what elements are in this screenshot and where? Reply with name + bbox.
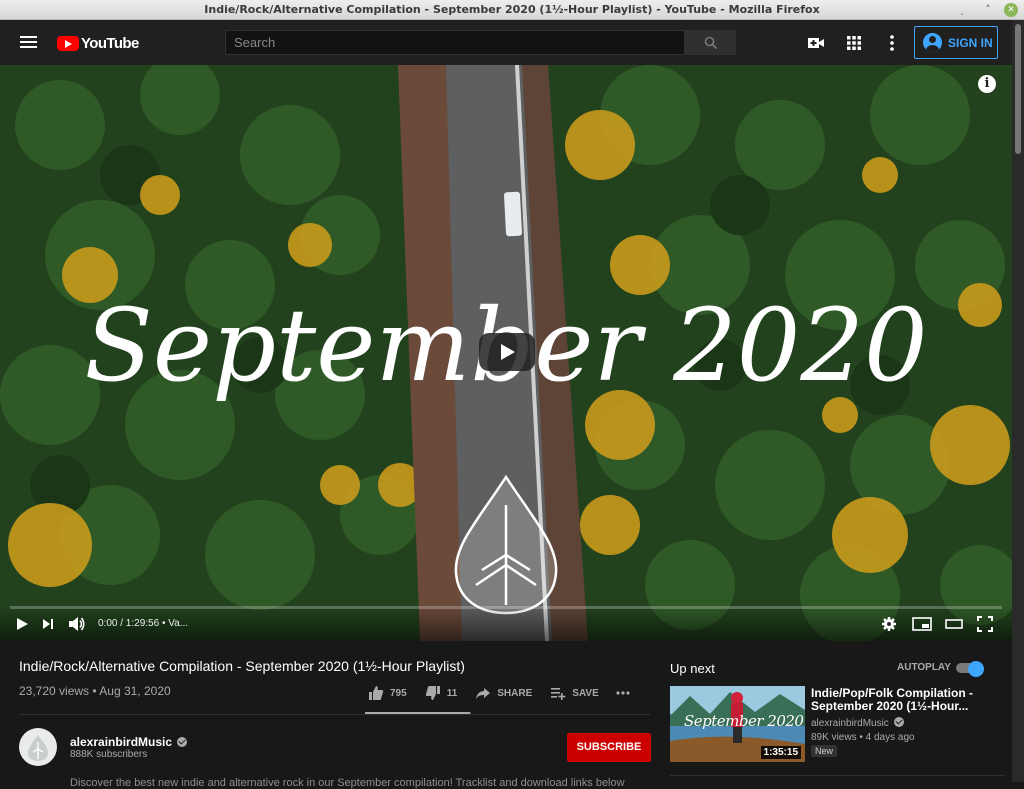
search-icon bbox=[704, 36, 718, 50]
divider bbox=[19, 714, 650, 715]
card-views: 89K views bbox=[811, 732, 857, 743]
thumbs-down-icon bbox=[425, 686, 440, 700]
search-button[interactable] bbox=[684, 30, 736, 55]
settings-icon[interactable] bbox=[881, 616, 897, 632]
new-badge: New bbox=[811, 745, 838, 757]
minimize-icon[interactable]: ˯ bbox=[955, 3, 969, 17]
window-title: Indie/Rock/Alternative Compilation - Sep… bbox=[204, 3, 820, 16]
duration-badge: 1:35:15 bbox=[760, 746, 801, 759]
channel-logo-icon bbox=[28, 735, 48, 761]
search-input[interactable] bbox=[225, 30, 685, 55]
video-thumbnail[interactable]: September 2020 1:35:15 bbox=[670, 686, 805, 762]
view-count: 23,720 views bbox=[19, 684, 90, 698]
apps-grid-icon[interactable] bbox=[844, 33, 864, 53]
scrollbar-thumb[interactable] bbox=[1015, 24, 1021, 154]
miniplayer-icon[interactable] bbox=[912, 616, 932, 632]
like-button[interactable]: 795 bbox=[368, 685, 407, 701]
autoplay-toggle[interactable] bbox=[956, 661, 984, 677]
chapter-text: • Va... bbox=[161, 618, 189, 629]
page-scrollbar[interactable] bbox=[1012, 20, 1024, 782]
card-channel: alexrainbirdMusic bbox=[811, 717, 904, 729]
save-button[interactable]: SAVE bbox=[550, 685, 599, 701]
dislike-count: 11 bbox=[446, 687, 458, 699]
logo-text: YouTube bbox=[81, 34, 139, 52]
fullscreen-icon[interactable] bbox=[977, 616, 993, 632]
card-meta: 89K views • 4 days ago bbox=[811, 732, 915, 743]
volume-icon[interactable] bbox=[68, 616, 86, 632]
info-icon[interactable]: i bbox=[978, 75, 996, 93]
youtube-logo[interactable]: YouTube bbox=[57, 34, 139, 52]
time-text: 0:00 / 1:29:56 bbox=[98, 618, 160, 629]
progress-bar[interactable] bbox=[10, 606, 1002, 609]
watch-metadata: Indie/Rock/Alternative Compilation - Sep… bbox=[0, 641, 1012, 789]
menu-icon[interactable] bbox=[20, 36, 37, 49]
youtube-header: YouTube SIGN IN bbox=[0, 20, 1012, 65]
play-icon[interactable] bbox=[14, 616, 30, 632]
save-label: SAVE bbox=[572, 687, 599, 699]
subscribe-button[interactable]: SUBSCRIBE bbox=[567, 733, 651, 762]
toggle-knob bbox=[968, 661, 984, 677]
up-next-card[interactable]: September 2020 1:35:15 Indie/Pop/Folk Co… bbox=[670, 686, 1005, 764]
video-player[interactable]: September 2020 i 0:00 / 1:29:56 • Va... bbox=[0, 65, 1012, 641]
next-icon[interactable] bbox=[40, 616, 56, 632]
big-play-button[interactable] bbox=[479, 333, 535, 371]
verified-icon bbox=[177, 737, 188, 747]
thumbnail-title: September 2020 bbox=[684, 712, 804, 730]
card-age: 4 days ago bbox=[865, 732, 915, 743]
upload-date: Aug 31, 2020 bbox=[99, 684, 171, 698]
channel-avatar[interactable] bbox=[19, 728, 57, 766]
like-count: 795 bbox=[390, 687, 407, 699]
sign-in-button[interactable]: SIGN IN bbox=[914, 26, 998, 59]
time-display: 0:00 / 1:29:56 • Va... bbox=[98, 618, 188, 629]
maximize-icon[interactable]: ˄ bbox=[981, 3, 995, 17]
share-icon bbox=[476, 688, 491, 699]
card-title[interactable]: Indie/Pop/Folk Compilation - September 2… bbox=[811, 687, 1001, 713]
theater-icon[interactable] bbox=[944, 616, 964, 632]
youtube-logo-icon bbox=[57, 35, 79, 51]
meta-separator: • bbox=[89, 684, 100, 698]
description-peek: Discover the best new indie and alternat… bbox=[70, 777, 625, 789]
more-horiz-icon[interactable] bbox=[615, 685, 631, 701]
close-icon[interactable]: ✕ bbox=[1004, 3, 1018, 17]
video-actions: 795 11 SHARE SAVE bbox=[368, 685, 631, 701]
share-label: SHARE bbox=[497, 687, 533, 699]
autoplay-label: AUTOPLAY bbox=[897, 662, 951, 673]
video-meta: 23,720 views • Aug 31, 2020 bbox=[19, 684, 171, 698]
card-channel-text: alexrainbirdMusic bbox=[811, 718, 889, 729]
subscriber-count: 888K subscribers bbox=[70, 749, 148, 760]
sidebar-divider bbox=[670, 775, 1005, 776]
window-titlebar: Indie/Rock/Alternative Compilation - Sep… bbox=[0, 0, 1024, 20]
sign-in-label: SIGN IN bbox=[948, 35, 993, 50]
more-vert-icon[interactable] bbox=[882, 33, 902, 53]
up-next-label: Up next bbox=[670, 661, 715, 676]
thumbs-up-icon bbox=[369, 686, 384, 700]
playlist-add-icon bbox=[551, 688, 566, 700]
verified-icon bbox=[893, 717, 904, 727]
channel-name[interactable]: alexrainbirdMusic bbox=[70, 735, 188, 749]
create-video-icon[interactable] bbox=[806, 33, 826, 53]
share-button[interactable]: SHARE bbox=[475, 685, 532, 701]
dislike-button[interactable]: 11 bbox=[425, 685, 458, 701]
account-icon bbox=[923, 33, 942, 52]
channel-name-text: alexrainbirdMusic bbox=[70, 735, 173, 749]
video-title: Indie/Rock/Alternative Compilation - Sep… bbox=[19, 658, 465, 674]
